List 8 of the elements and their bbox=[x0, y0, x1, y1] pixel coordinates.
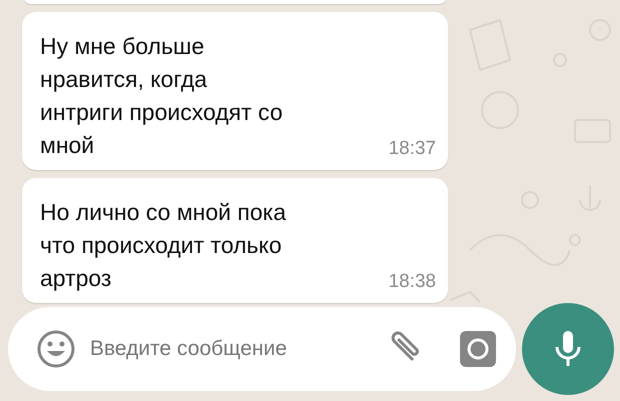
camera-icon[interactable] bbox=[460, 331, 496, 367]
message-text: Но лично со мной пока что происходит только артроз bbox=[40, 198, 286, 293]
emoji-icon[interactable] bbox=[36, 329, 76, 369]
message-text: Ну мне больше нравится, когда интриги происходят со мной bbox=[40, 32, 283, 160]
microphone-icon bbox=[553, 329, 583, 369]
message-time: 18:37 bbox=[388, 138, 436, 160]
message-input-field[interactable]: Введите сообщение bbox=[88, 336, 370, 362]
message-time: 18:38 bbox=[388, 271, 436, 293]
